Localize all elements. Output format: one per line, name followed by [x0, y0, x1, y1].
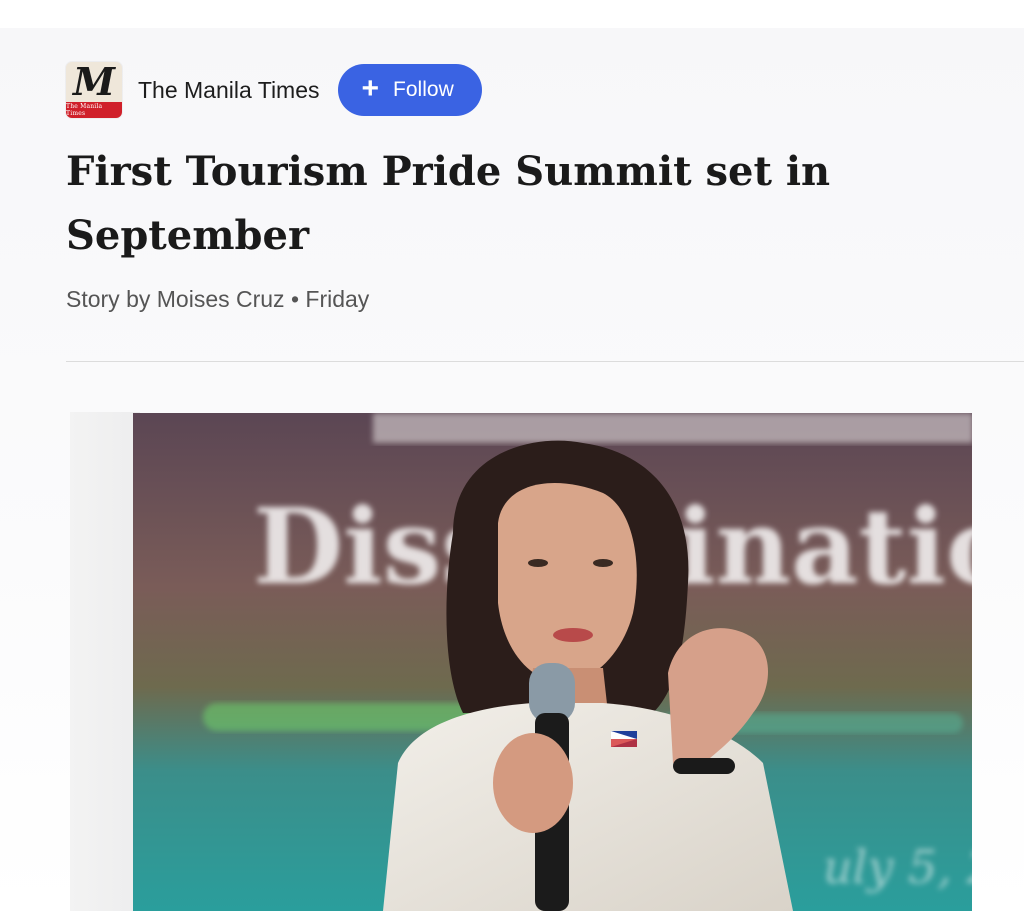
publisher-header: M The Manila Times The Manila Times + Fo…	[66, 62, 482, 118]
publisher-logo[interactable]: M The Manila Times	[66, 62, 122, 118]
publisher-name[interactable]: The Manila Times	[138, 77, 320, 104]
hero-photo: Dissemination uly 5, 2	[133, 413, 972, 911]
top-bar	[0, 0, 1024, 28]
plus-icon: +	[361, 72, 380, 105]
article-byline: Story by Moises Cruz • Friday	[66, 286, 370, 312]
svg-text:uly 5, 2: uly 5, 2	[823, 840, 972, 894]
follow-label: Follow	[393, 78, 454, 101]
hero-image[interactable]: Dissemination uly 5, 2	[133, 413, 972, 911]
logo-band: The Manila Times	[66, 102, 122, 118]
image-edge	[70, 412, 140, 911]
follow-button[interactable]: + Follow	[337, 64, 482, 116]
article-headline: First Tourism Pride Summit set in Septem…	[66, 148, 831, 259]
divider	[66, 361, 1024, 362]
logo-letter: M	[72, 62, 116, 104]
